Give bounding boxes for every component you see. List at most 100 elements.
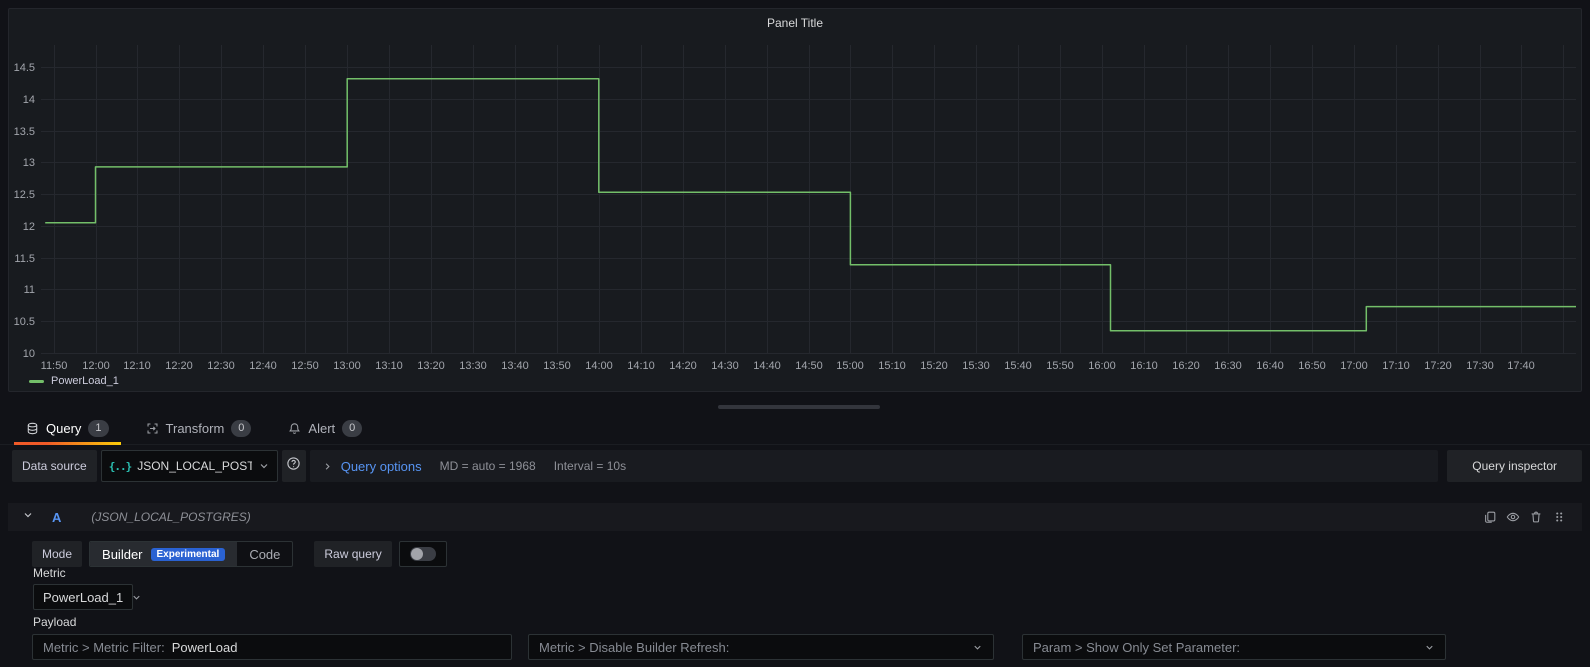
tab-alert[interactable]: Alert0 <box>276 412 374 444</box>
duplicate-icon[interactable] <box>1483 510 1497 524</box>
x-axis-tick-label: 17:30 <box>1466 360 1494 372</box>
y-axis-tick-label: 14 <box>23 94 35 106</box>
y-axis-tick-label: 14.5 <box>14 62 35 74</box>
mode-option-label: Builder <box>102 547 142 562</box>
x-axis-tick-label: 11:50 <box>41 360 68 372</box>
payload-field-prefix: Metric > Disable Builder Refresh: <box>539 640 729 655</box>
x-axis-labels: 11:5012:0012:1012:2012:3012:4012:5013:00… <box>41 360 1535 372</box>
raw-query-toggle[interactable] <box>399 541 447 567</box>
datasource-help-button[interactable] <box>282 450 306 482</box>
timeseries-chart[interactable]: 11:5012:0012:1012:2012:3012:4012:5013:00… <box>9 9 1583 393</box>
y-axis-labels: 1010.51111.51212.51313.51414.5 <box>14 62 35 360</box>
x-axis-tick-label: 16:20 <box>1172 360 1200 372</box>
legend-series-color-dash <box>29 380 44 383</box>
x-axis-tick-label: 17:20 <box>1424 360 1452 372</box>
tab-count-badge: 0 <box>231 420 251 437</box>
x-axis-tick-label: 12:50 <box>291 360 319 372</box>
x-axis-tick-label: 12:40 <box>249 360 277 372</box>
pane-resize-handle[interactable] <box>718 405 880 409</box>
eye-icon[interactable] <box>1506 510 1520 524</box>
x-axis-tick-label: 16:10 <box>1130 360 1158 372</box>
datasource-label: Data source <box>12 450 97 482</box>
payload-fields-row: Metric > Metric Filter:PowerLoad Metric >… <box>0 634 1590 660</box>
query-datasource-hint: (JSON_LOCAL_POSTGRES) <box>91 510 250 524</box>
query-options-label: Query options <box>341 459 422 474</box>
x-axis-tick-label: 12:10 <box>123 360 151 372</box>
x-axis-tick-label: 14:10 <box>627 360 655 372</box>
interval-summary: Interval = 10s <box>554 459 626 473</box>
chevron-down-icon <box>1424 642 1435 653</box>
question-circle-icon <box>286 456 301 476</box>
payload-field-3[interactable]: Param > Show Only Set Parameter: <box>1022 634 1446 660</box>
tab-label: Alert <box>308 421 335 436</box>
x-axis-tick-label: 15:10 <box>878 360 906 372</box>
y-axis-tick-label: 10.5 <box>14 316 35 328</box>
y-axis-tick-label: 13.5 <box>14 126 35 138</box>
query-header-icons <box>1483 510 1566 524</box>
x-axis-tick-label: 14:40 <box>753 360 781 372</box>
x-axis-tick-label: 13:10 <box>375 360 403 372</box>
tab-label: Query <box>46 421 81 436</box>
y-axis-tick-label: 13 <box>23 157 35 169</box>
chevron-right-icon <box>322 461 333 472</box>
x-axis-tick-label: 15:50 <box>1046 360 1074 372</box>
mode-option-label: Code <box>249 547 280 562</box>
mode-option-code[interactable]: Code <box>237 542 292 566</box>
mode-radio-group: Builder Experimental Code <box>89 541 293 567</box>
grafana-panel-editor: Panel Title 11:5012:0012:1012:2012:3012:… <box>0 0 1590 667</box>
x-axis-tick-label: 13:50 <box>543 360 571 372</box>
x-axis-tick-label: 14:00 <box>585 360 613 372</box>
payload-field-prefix: Param > Show Only Set Parameter: <box>1033 640 1240 655</box>
y-axis-tick-label: 10 <box>23 348 35 360</box>
payload-field-2[interactable]: Metric > Disable Builder Refresh: <box>528 634 994 660</box>
x-axis-tick-label: 16:00 <box>1088 360 1116 372</box>
query-inspector-button[interactable]: Query inspector <box>1447 450 1582 482</box>
chevron-down-icon <box>22 508 34 526</box>
legend-item-powerload-1[interactable]: PowerLoad_1 <box>29 375 119 387</box>
trash-icon[interactable] <box>1529 510 1543 524</box>
x-axis-tick-label: 16:30 <box>1214 360 1242 372</box>
tab-label: Transform <box>166 421 225 436</box>
payload-field-1[interactable]: Metric > Metric Filter:PowerLoad <box>32 634 512 660</box>
datasource-picker[interactable]: {..} JSON_LOCAL_POSTGRES <box>101 450 278 482</box>
x-axis-tick-label: 17:40 <box>1507 360 1535 372</box>
raw-query-label: Raw query <box>314 541 391 567</box>
query-ref-id[interactable]: A <box>52 510 61 525</box>
legend-label: PowerLoad_1 <box>51 375 119 387</box>
toggle-track <box>410 547 436 561</box>
mode-label: Mode <box>32 541 82 567</box>
chevron-down-icon <box>258 460 270 472</box>
x-axis-tick-label: 12:20 <box>165 360 193 372</box>
y-axis-tick-label: 12.5 <box>14 189 35 201</box>
max-data-points-summary: MD = auto = 1968 <box>440 459 536 473</box>
query-row-header[interactable]: A (JSON_LOCAL_POSTGRES) <box>8 503 1582 531</box>
x-axis-tick-label: 15:40 <box>1004 360 1032 372</box>
x-axis-tick-label: 12:00 <box>82 360 110 372</box>
x-axis-tick-label: 13:20 <box>417 360 445 372</box>
y-axis-tick-label: 11.5 <box>14 253 35 265</box>
drag-handle-icon[interactable] <box>1552 510 1566 524</box>
metric-label: Metric <box>33 566 66 580</box>
panel-preview: Panel Title 11:5012:0012:1012:2012:3012:… <box>8 8 1582 392</box>
chart-grid <box>41 45 1576 354</box>
x-axis-tick-label: 15:20 <box>920 360 948 372</box>
editor-tabs: Query1 Transform 0 Alert0 <box>0 412 1590 445</box>
x-axis-tick-label: 16:40 <box>1256 360 1284 372</box>
x-axis-tick-label: 14:20 <box>669 360 697 372</box>
payload-label: Payload <box>33 615 76 629</box>
experimental-badge: Experimental <box>151 548 226 561</box>
y-axis-tick-label: 12 <box>23 221 35 233</box>
metric-select[interactable]: PowerLoad_1 <box>33 584 133 610</box>
bell-icon <box>288 422 301 435</box>
collapse-query-button[interactable] <box>22 508 34 526</box>
toggle-knob <box>411 548 423 560</box>
x-axis-tick-label: 17:00 <box>1340 360 1368 372</box>
x-axis-tick-label: 14:30 <box>711 360 739 372</box>
tab-query[interactable]: Query1 <box>14 412 121 444</box>
chevron-down-icon <box>972 642 983 653</box>
datasource-name: JSON_LOCAL_POSTGRES <box>137 459 252 473</box>
x-axis-tick-label: 17:10 <box>1382 360 1410 372</box>
query-options-toggle[interactable]: Query options MD = auto = 1968 Interval … <box>310 450 1439 482</box>
mode-option-builder[interactable]: Builder Experimental <box>90 542 237 566</box>
tab-transform[interactable]: Transform 0 <box>134 412 264 444</box>
